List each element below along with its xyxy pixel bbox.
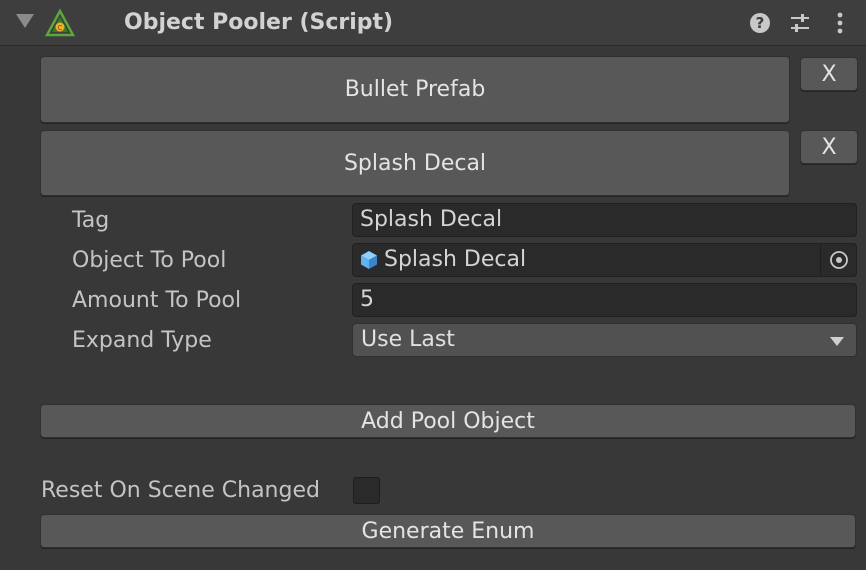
target-circle-icon (829, 251, 848, 269)
generate-enum-label: Generate Enum (361, 518, 535, 544)
reset-on-scene-changed-label: Reset On Scene Changed (41, 478, 320, 503)
component-header: C Object Pooler (Script) ? (0, 0, 866, 46)
expand-type-value: Use Last (361, 327, 455, 352)
tag-label: Tag (72, 208, 110, 233)
tag-field[interactable]: Splash Decal (352, 203, 857, 237)
amount-value: 5 (360, 287, 374, 312)
svg-text:C: C (58, 24, 63, 32)
pool-item-label: Splash Decal (343, 150, 487, 176)
remove-label: X (821, 134, 837, 160)
component-title: Object Pooler (Script) (124, 10, 394, 35)
object-to-pool-field[interactable]: Splash Decal (352, 243, 857, 277)
pool-item-label: Bullet Prefab (344, 77, 486, 102)
remove-pool-item-button[interactable]: X (800, 130, 858, 164)
help-icon[interactable]: ? (748, 10, 772, 36)
remove-label: X (821, 61, 837, 87)
add-pool-object-button[interactable]: Add Pool Object (40, 404, 856, 438)
expand-type-dropdown[interactable]: Use Last (352, 323, 857, 357)
object-to-pool-label: Object To Pool (72, 248, 227, 273)
pool-item-splash-decal-button[interactable]: Splash Decal (40, 130, 790, 196)
preset-icon[interactable] (788, 10, 812, 36)
dropdown-arrow-icon (830, 337, 844, 346)
object-picker-button[interactable] (820, 244, 856, 276)
generate-enum-button[interactable]: Generate Enum (40, 514, 856, 548)
tag-value: Splash Decal (360, 207, 503, 232)
expand-type-label: Expand Type (72, 328, 212, 353)
object-value: Splash Decal (384, 247, 527, 272)
pool-item-bullet-prefab-button[interactable]: Bullet Prefab (40, 56, 790, 123)
foldout-arrow-icon[interactable] (16, 14, 34, 28)
kebab-menu-icon[interactable] (828, 10, 852, 36)
remove-pool-item-button[interactable]: X (800, 57, 858, 91)
reset-on-scene-changed-checkbox[interactable] (353, 477, 380, 504)
amount-to-pool-field[interactable]: 5 (352, 283, 857, 317)
svg-text:?: ? (756, 14, 765, 32)
amount-to-pool-label: Amount To Pool (72, 288, 242, 313)
script-icon: C (44, 8, 76, 37)
add-pool-object-label: Add Pool Object (361, 408, 535, 434)
prefab-cube-icon (361, 251, 377, 269)
